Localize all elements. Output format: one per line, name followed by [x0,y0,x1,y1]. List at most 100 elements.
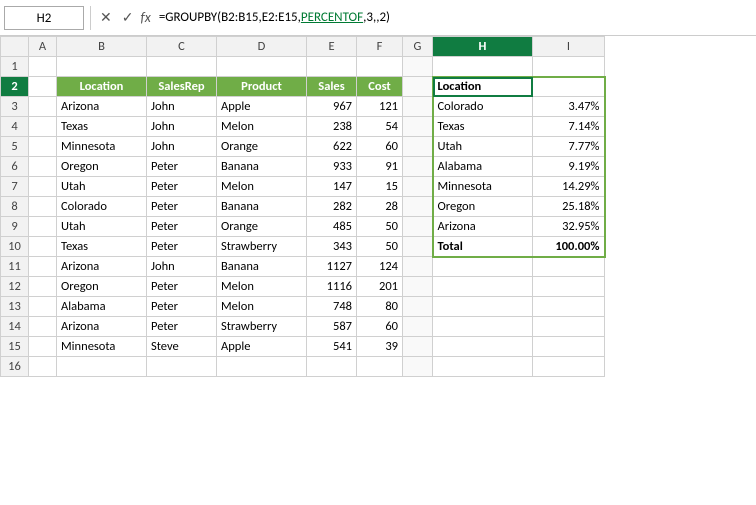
cell-I2[interactable] [533,77,605,97]
cell-A12[interactable] [29,277,57,297]
cell-G5[interactable] [403,137,433,157]
cell-A16[interactable] [29,357,57,377]
cell-G16[interactable] [403,357,433,377]
cell-I7[interactable]: 14.29% [533,177,605,197]
cell-H16[interactable] [433,357,533,377]
cell-B3[interactable]: Arizona [57,97,147,117]
cell-E16[interactable] [307,357,357,377]
cell-G7[interactable] [403,177,433,197]
cell-H8[interactable]: Oregon [433,197,533,217]
cell-C4[interactable]: John [147,117,217,137]
confirm-icon[interactable]: ✓ [119,7,137,28]
cell-A3[interactable] [29,97,57,117]
row-header-9[interactable]: 9 [1,217,29,237]
cell-B15[interactable]: Minnesota [57,337,147,357]
row-header-5[interactable]: 5 [1,137,29,157]
cell-E12[interactable]: 1116 [307,277,357,297]
cell-A10[interactable] [29,237,57,257]
cell-B2[interactable]: Location [57,77,147,97]
cell-C1[interactable] [147,57,217,77]
cell-H3[interactable]: Colorado [433,97,533,117]
cell-F10[interactable]: 50 [357,237,403,257]
cell-A9[interactable] [29,217,57,237]
row-header-1[interactable]: 1 [1,57,29,77]
cell-A13[interactable] [29,297,57,317]
cell-E8[interactable]: 282 [307,197,357,217]
cell-F2[interactable]: Cost [357,77,403,97]
cell-D11[interactable]: Banana [217,257,307,277]
cell-G13[interactable] [403,297,433,317]
cell-H11[interactable] [433,257,533,277]
cell-A4[interactable] [29,117,57,137]
cell-B13[interactable]: Alabama [57,297,147,317]
cell-D4[interactable]: Melon [217,117,307,137]
cell-C7[interactable]: Peter [147,177,217,197]
cell-F1[interactable] [357,57,403,77]
cell-C5[interactable]: John [147,137,217,157]
row-header-16[interactable]: 16 [1,357,29,377]
cell-F5[interactable]: 60 [357,137,403,157]
cell-H4[interactable]: Texas [433,117,533,137]
cell-H14[interactable] [433,317,533,337]
cell-B8[interactable]: Colorado [57,197,147,217]
cell-C16[interactable] [147,357,217,377]
cell-D13[interactable]: Melon [217,297,307,317]
cell-B14[interactable]: Arizona [57,317,147,337]
cell-A6[interactable] [29,157,57,177]
cell-I11[interactable] [533,257,605,277]
cell-A5[interactable] [29,137,57,157]
col-header-f[interactable]: F [357,37,403,57]
cell-A7[interactable] [29,177,57,197]
cell-G12[interactable] [403,277,433,297]
cell-I8[interactable]: 25.18% [533,197,605,217]
cell-D2[interactable]: Product [217,77,307,97]
cell-I1[interactable] [533,57,605,77]
cell-H10[interactable]: Total [433,237,533,257]
cell-F12[interactable]: 201 [357,277,403,297]
cell-H1[interactable] [433,57,533,77]
cell-D1[interactable] [217,57,307,77]
col-header-a[interactable]: A [29,37,57,57]
cell-C14[interactable]: Peter [147,317,217,337]
cell-B16[interactable] [57,357,147,377]
cell-F7[interactable]: 15 [357,177,403,197]
cell-C6[interactable]: Peter [147,157,217,177]
cell-F9[interactable]: 50 [357,217,403,237]
cell-D6[interactable]: Banana [217,157,307,177]
cell-reference-box[interactable]: H2 [4,6,84,30]
row-header-4[interactable]: 4 [1,117,29,137]
cell-D3[interactable]: Apple [217,97,307,117]
cell-I3[interactable]: 3.47% [533,97,605,117]
cell-D16[interactable] [217,357,307,377]
cell-E4[interactable]: 238 [307,117,357,137]
col-header-h[interactable]: H [433,37,533,57]
cell-G1[interactable] [403,57,433,77]
cell-C3[interactable]: John [147,97,217,117]
row-header-14[interactable]: 14 [1,317,29,337]
cell-D15[interactable]: Apple [217,337,307,357]
cell-F13[interactable]: 80 [357,297,403,317]
cell-H6[interactable]: Alabama [433,157,533,177]
cell-B11[interactable]: Arizona [57,257,147,277]
row-header-2[interactable]: 2 [1,77,29,97]
cell-I10[interactable]: 100.00% [533,237,605,257]
row-header-7[interactable]: 7 [1,177,29,197]
cell-H15[interactable] [433,337,533,357]
cell-D9[interactable]: Orange [217,217,307,237]
cell-G15[interactable] [403,337,433,357]
cell-I5[interactable]: 7.77% [533,137,605,157]
cell-F3[interactable]: 121 [357,97,403,117]
cell-E5[interactable]: 622 [307,137,357,157]
col-header-b[interactable]: B [57,37,147,57]
col-header-g[interactable]: G [403,37,433,57]
cell-D5[interactable]: Orange [217,137,307,157]
cell-F4[interactable]: 54 [357,117,403,137]
cell-E10[interactable]: 343 [307,237,357,257]
cell-H5[interactable]: Utah [433,137,533,157]
cell-E3[interactable]: 967 [307,97,357,117]
cell-A8[interactable] [29,197,57,217]
cell-C10[interactable]: Peter [147,237,217,257]
cell-C15[interactable]: Steve [147,337,217,357]
cell-B12[interactable]: Oregon [57,277,147,297]
cell-I13[interactable] [533,297,605,317]
